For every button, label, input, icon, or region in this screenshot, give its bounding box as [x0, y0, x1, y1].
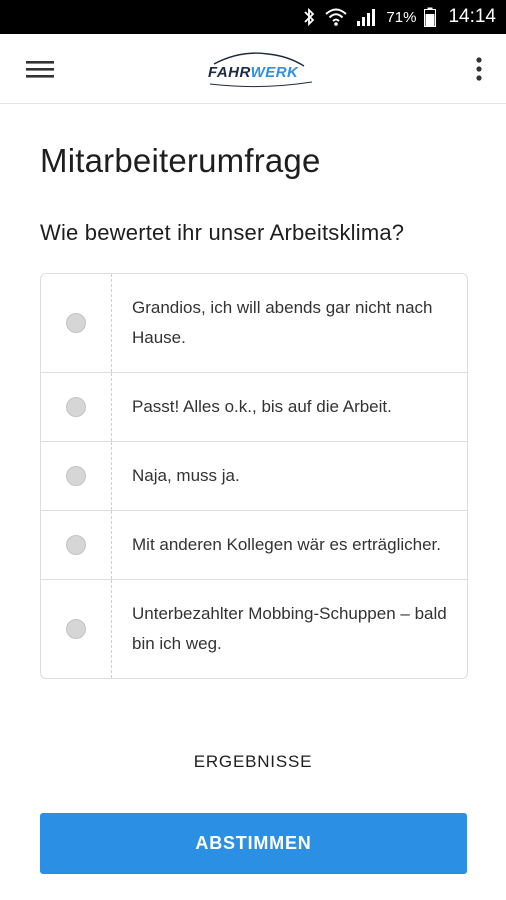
signal-icon: [356, 7, 378, 27]
results-button[interactable]: ERGEBNISSE: [0, 752, 506, 772]
app-bar: FAHRWERK: [0, 34, 506, 104]
battery-percent: 71%: [386, 8, 417, 26]
radio-cell: [41, 373, 112, 441]
answer-options: Grandios, ich will abends gar nicht nach…: [40, 273, 468, 679]
wifi-icon: [324, 7, 348, 27]
radio-button[interactable]: [66, 313, 86, 333]
radio-cell: [41, 274, 112, 372]
status-bar: 71% 14:14: [0, 0, 506, 34]
survey-question: Wie bewertet ihr unser Arbeitsklima?: [40, 220, 405, 245]
status-time: 14:14: [448, 6, 496, 27]
radio-button[interactable]: [66, 466, 86, 486]
logo-text-fahr: FAHR: [208, 64, 251, 81]
radio-cell: [41, 511, 112, 579]
status-bar-right: 71% 14:14: [302, 0, 496, 34]
hamburger-menu-icon[interactable]: [22, 54, 58, 84]
radio-button[interactable]: [66, 535, 86, 555]
fahrwerk-logo: FAHRWERK: [200, 44, 320, 96]
answer-option-label: Grandios, ich will abends gar nicht nach…: [132, 298, 433, 347]
radio-button[interactable]: [66, 619, 86, 639]
answer-option-label: Mit anderen Kollegen wär es erträglicher…: [132, 535, 441, 554]
answer-option-label: Passt! Alles o.k., bis auf die Arbeit.: [132, 397, 392, 416]
answer-option-1[interactable]: Grandios, ich will abends gar nicht nach…: [41, 274, 467, 372]
vote-button[interactable]: ABSTIMMEN: [40, 813, 467, 874]
logo-text-werk: WERK: [250, 64, 299, 81]
answer-option-4[interactable]: Mit anderen Kollegen wär es erträglicher…: [41, 510, 467, 579]
radio-button[interactable]: [66, 397, 86, 417]
answer-option-label: Unterbezahlter Mobbing-Schuppen – bald b…: [132, 604, 447, 653]
answer-option-label: Naja, muss ja.: [132, 466, 240, 485]
page-title: Mitarbeiterumfrage: [40, 142, 321, 179]
battery-icon: [424, 7, 437, 27]
more-vertical-icon[interactable]: [466, 52, 492, 86]
answer-option-3[interactable]: Naja, muss ja.: [41, 441, 467, 510]
radio-cell: [41, 580, 112, 678]
answer-option-5[interactable]: Unterbezahlter Mobbing-Schuppen – bald b…: [41, 579, 467, 678]
radio-cell: [41, 442, 112, 510]
answer-option-2[interactable]: Passt! Alles o.k., bis auf die Arbeit.: [41, 372, 467, 441]
bluetooth-icon: [302, 7, 316, 27]
logo-text: FAHRWERK: [208, 64, 298, 81]
